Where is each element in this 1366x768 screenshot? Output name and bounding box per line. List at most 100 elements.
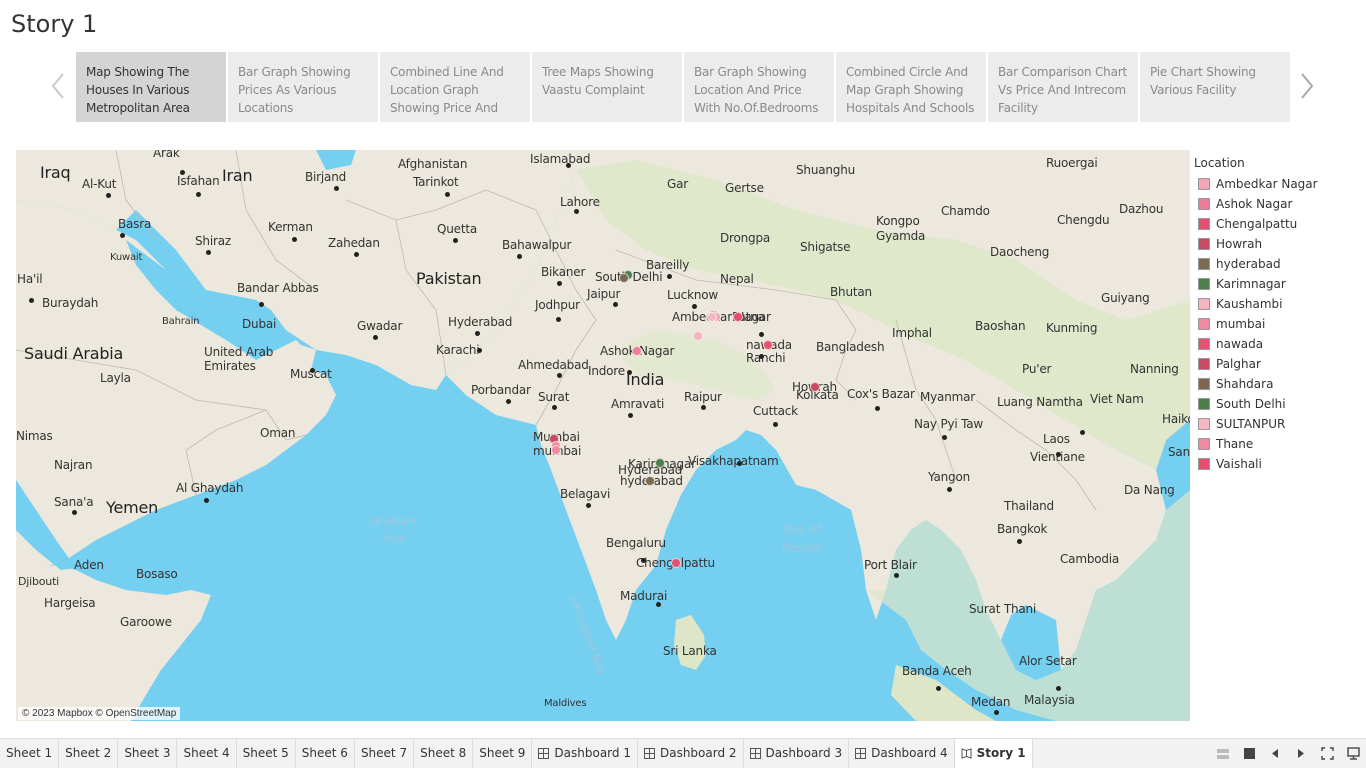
city-dot bbox=[120, 233, 125, 238]
sheet-tab[interactable]: Sheet 1 bbox=[0, 739, 60, 768]
story-point-8[interactable]: Pie Chart Showing Various Facility bbox=[1140, 52, 1290, 122]
city-label: Bikaner bbox=[541, 265, 586, 279]
legend-label: hyderabad bbox=[1216, 257, 1281, 271]
sheet-tab[interactable]: Sheet 2 bbox=[59, 739, 119, 768]
city-label: Jaipur bbox=[587, 287, 621, 301]
location-marker-howrah[interactable] bbox=[810, 382, 820, 392]
story-point-2[interactable]: Bar Graph Showing Prices As Various Loca… bbox=[228, 52, 378, 122]
previous-sheet-icon[interactable] bbox=[1268, 747, 1282, 761]
sheet-tab[interactable]: Dashboard 4 bbox=[849, 739, 955, 768]
previous-story-point-button[interactable] bbox=[48, 70, 68, 102]
city-label: Nay Pyi Taw bbox=[914, 417, 984, 431]
sheet-tab[interactable]: Sheet 8 bbox=[414, 739, 474, 768]
next-sheet-icon[interactable] bbox=[1294, 747, 1308, 761]
filmstrip-view-icon[interactable] bbox=[1216, 747, 1230, 761]
city-dot bbox=[196, 192, 201, 197]
city-label: Ruoergai bbox=[1046, 156, 1098, 170]
country-label: Bhutan bbox=[830, 285, 872, 299]
location-marker-karimnagar[interactable] bbox=[655, 458, 665, 468]
city-label: Karachi bbox=[436, 343, 480, 357]
legend-item[interactable]: Vaishali bbox=[1194, 454, 1364, 474]
city-dot bbox=[552, 405, 557, 410]
legend-item[interactable]: Ambedkar Nagar bbox=[1194, 174, 1364, 194]
city-dot bbox=[180, 170, 185, 175]
story-point-5[interactable]: Bar Graph Showing Location And Price Wit… bbox=[684, 52, 834, 122]
legend-item[interactable]: mumbai bbox=[1194, 314, 1364, 334]
city-dot bbox=[72, 510, 77, 515]
city-label: Islamabad bbox=[530, 152, 591, 166]
city-dot bbox=[29, 298, 34, 303]
city-label: Al Ghaydah bbox=[176, 481, 244, 495]
sheet-tab[interactable]: Sheet 5 bbox=[237, 739, 296, 768]
legend-swatch bbox=[1198, 258, 1210, 270]
country-label: Sri Lanka bbox=[663, 644, 717, 658]
location-marker-kaushambi[interactable] bbox=[693, 331, 703, 341]
story-point-1[interactable]: Map Showing The Houses In Various Metrop… bbox=[76, 52, 226, 122]
location-marker-sultanpur[interactable] bbox=[707, 312, 717, 322]
map-view[interactable]: Iraq Iran Afghanistan Pakistan Saudi Ara… bbox=[16, 150, 1190, 721]
legend-label: Palghar bbox=[1216, 357, 1261, 371]
city-dot bbox=[656, 602, 661, 607]
story-point-7[interactable]: Bar Comparison Chart Vs Price And Intrec… bbox=[988, 52, 1138, 122]
fit-screen-icon[interactable] bbox=[1320, 747, 1334, 761]
legend-item[interactable]: Thane bbox=[1194, 434, 1364, 454]
story-point-6[interactable]: Combined Circle And Map Graph Showing Ho… bbox=[836, 52, 986, 122]
location-marker-nawada[interactable] bbox=[763, 340, 773, 350]
sheet-tab[interactable]: Sheet 4 bbox=[177, 739, 237, 768]
legend-item[interactable]: Palghar bbox=[1194, 354, 1364, 374]
sheet-tab[interactable]: Dashboard 3 bbox=[744, 739, 850, 768]
location-marker-hyderabad[interactable] bbox=[645, 476, 655, 486]
legend-item[interactable]: Karimnagar bbox=[1194, 274, 1364, 294]
legend-label: Vaishali bbox=[1216, 457, 1262, 471]
legend-item[interactable]: Chengalpattu bbox=[1194, 214, 1364, 234]
story-point-3[interactable]: Combined Line And Location Graph Showing… bbox=[380, 52, 530, 122]
sheet-tab[interactable]: Sheet 6 bbox=[296, 739, 355, 768]
legend-item[interactable]: Shahdara bbox=[1194, 374, 1364, 394]
location-marker-chengalpattu[interactable] bbox=[671, 558, 681, 568]
legend-item[interactable]: Howrah bbox=[1194, 234, 1364, 254]
city-label: Lahore bbox=[560, 195, 600, 209]
legend-item[interactable]: hyderabad bbox=[1194, 254, 1364, 274]
presentation-mode-icon[interactable] bbox=[1346, 747, 1360, 761]
city-dot bbox=[373, 335, 378, 340]
legend-swatch bbox=[1198, 198, 1210, 210]
sea-label: Bay of Bengal bbox=[781, 522, 823, 555]
sheet-tab[interactable]: Sheet 7 bbox=[355, 739, 415, 768]
city-label: Jodhpur bbox=[535, 298, 580, 312]
legend-label: Karimnagar bbox=[1216, 277, 1286, 291]
legend-swatch bbox=[1198, 178, 1210, 190]
legend-item[interactable]: South Delhi bbox=[1194, 394, 1364, 414]
country-label: Yemen bbox=[106, 498, 159, 517]
country-label: Oman bbox=[260, 426, 296, 440]
story-point-4[interactable]: Tree Maps Showing Vaastu Complaint bbox=[532, 52, 682, 122]
city-label: Chengdu bbox=[1057, 213, 1110, 227]
sheet-tab[interactable]: Sheet 3 bbox=[118, 739, 178, 768]
tab-view-icon[interactable] bbox=[1242, 747, 1256, 761]
location-marker-shahdara[interactable] bbox=[619, 273, 629, 283]
map-attribution[interactable]: © 2023 Mapbox © OpenStreetMap bbox=[18, 707, 181, 720]
sheet-tab[interactable]: Story 1 bbox=[954, 739, 1033, 768]
tab-label: Sheet 7 bbox=[360, 746, 408, 760]
legend-item[interactable]: nawada bbox=[1194, 334, 1364, 354]
sheet-tab[interactable]: Sheet 9 bbox=[473, 739, 533, 768]
city-label: Daocheng bbox=[990, 245, 1050, 259]
sheet-tab[interactable]: Dashboard 1 bbox=[532, 739, 638, 768]
city-label: Nimas bbox=[16, 429, 53, 443]
country-label: Myanmar bbox=[920, 390, 975, 404]
tab-label: Dashboard 4 bbox=[871, 746, 948, 760]
location-marker-vaishali[interactable] bbox=[733, 312, 743, 322]
legend-label: Kaushambi bbox=[1216, 297, 1283, 311]
legend-item[interactable]: Ashok Nagar bbox=[1194, 194, 1364, 214]
legend-title: Location bbox=[1194, 156, 1245, 170]
city-label: Al-Kut bbox=[82, 177, 117, 191]
next-story-point-button[interactable] bbox=[1297, 70, 1317, 102]
location-marker-ashok-nagar[interactable] bbox=[632, 346, 642, 356]
story-icon bbox=[961, 748, 972, 759]
location-marker-mumbai[interactable] bbox=[551, 445, 561, 455]
sheet-tab[interactable]: Dashboard 2 bbox=[638, 739, 744, 768]
city-label: Cuttack bbox=[753, 404, 798, 418]
city-label: Bosaso bbox=[136, 567, 178, 581]
legend-swatch bbox=[1198, 458, 1210, 470]
legend-item[interactable]: SULTANPUR bbox=[1194, 414, 1364, 434]
legend-item[interactable]: Kaushambi bbox=[1194, 294, 1364, 314]
